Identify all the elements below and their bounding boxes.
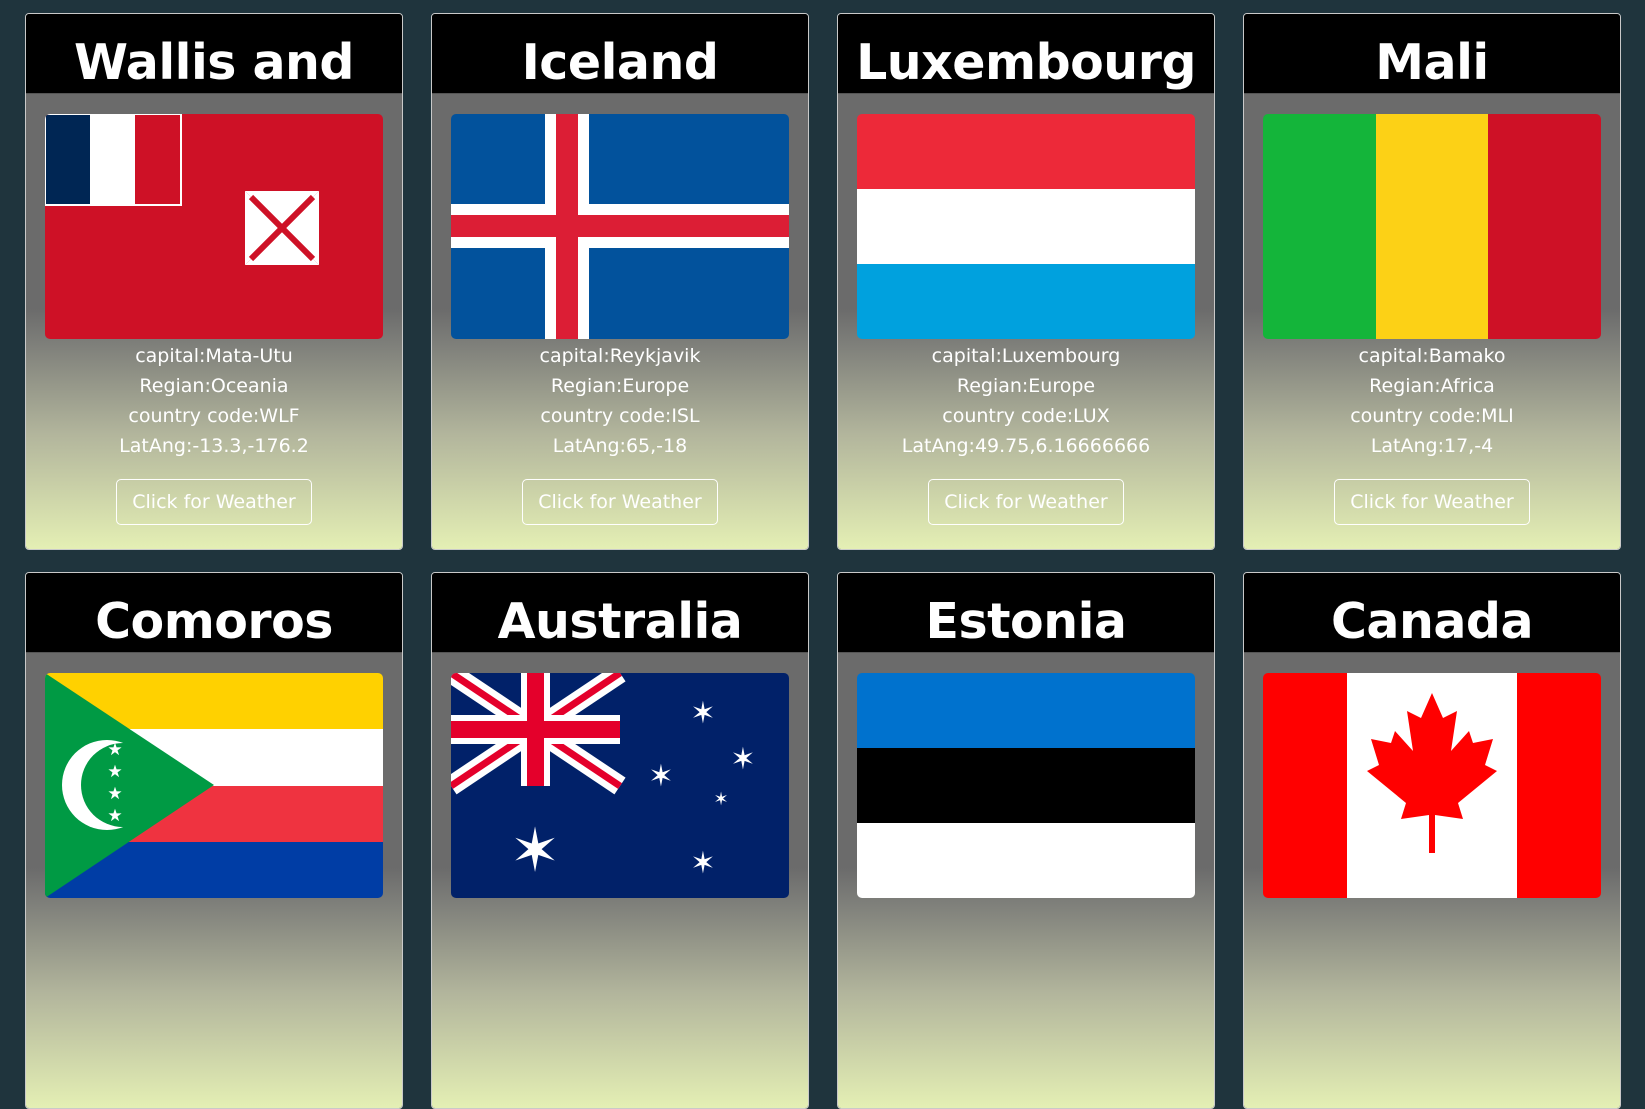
- country-info: capital:Bamako Regian:Africa country cod…: [1350, 341, 1514, 461]
- svg-text:✶: ✶: [690, 846, 715, 881]
- country-name: Australia: [497, 593, 743, 650]
- wallis-and-futuna-flag-icon: [45, 114, 383, 339]
- comoros-flag-icon: ★ ★ ★ ★: [45, 673, 383, 898]
- region-text: Regian:Oceania: [139, 375, 289, 397]
- region-text: Regian:Africa: [1369, 375, 1495, 397]
- capital-text: capital:Luxembourg: [931, 345, 1121, 367]
- country-card-comoros: Comoros ★ ★ ★ ★: [25, 572, 403, 1109]
- latlng-text: LatAng:-13.3,-176.2: [119, 435, 309, 457]
- country-card-australia: Australia ✶ ✶ ✶ ✶ ✶ ✶: [431, 572, 809, 1109]
- card-body: ★ ★ ★ ★: [26, 653, 402, 1108]
- card-header: Canada: [1244, 573, 1620, 653]
- card-body: capital:Mata-Utu Regian:Oceania country …: [26, 94, 402, 549]
- card-header: Iceland: [432, 14, 808, 94]
- weather-button[interactable]: Click for Weather: [116, 479, 312, 525]
- iceland-flag-icon: [451, 114, 789, 339]
- country-name: Comoros: [95, 593, 333, 650]
- country-card-iceland: Iceland capital:Reykjavik Regian:Europe …: [431, 13, 809, 550]
- latlng-text: LatAng:65,-18: [552, 435, 688, 457]
- card-header: Wallis and: [26, 14, 402, 94]
- capital-text: capital:Mata-Utu: [135, 345, 293, 367]
- card-header: Luxembourg: [838, 14, 1214, 94]
- svg-text:✶: ✶: [730, 742, 755, 777]
- card-body: [1244, 653, 1620, 1108]
- australia-flag-icon: ✶ ✶ ✶ ✶ ✶ ✶: [451, 673, 789, 898]
- country-card-luxembourg: Luxembourg capital:Luxembourg Regian:Eur…: [837, 13, 1215, 550]
- latlng-text: LatAng:49.75,6.16666666: [901, 435, 1151, 457]
- country-code-text: country code:WLF: [128, 405, 300, 427]
- country-card-estonia: Estonia: [837, 572, 1215, 1109]
- weather-button[interactable]: Click for Weather: [928, 479, 1124, 525]
- region-text: Regian:Europe: [550, 375, 690, 397]
- luxembourg-flag-icon: [857, 114, 1195, 339]
- weather-button[interactable]: Click for Weather: [522, 479, 718, 525]
- country-code-text: country code:ISL: [540, 405, 700, 427]
- country-info: capital:Mata-Utu Regian:Oceania country …: [119, 341, 309, 461]
- svg-text:✶: ✶: [713, 789, 728, 810]
- weather-button[interactable]: Click for Weather: [1334, 479, 1530, 525]
- svg-text:✶: ✶: [648, 759, 673, 794]
- capital-text: capital:Bamako: [1358, 345, 1506, 367]
- latlng-text: LatAng:17,-4: [1370, 435, 1494, 457]
- country-name: Luxembourg: [856, 34, 1196, 91]
- region-text: Regian:Europe: [956, 375, 1096, 397]
- country-name: Canada: [1330, 593, 1534, 650]
- card-body: [838, 653, 1214, 1108]
- card-body: ✶ ✶ ✶ ✶ ✶ ✶: [432, 653, 808, 1108]
- country-card-grid: Wallis and capital:Mata-Utu Regian:Ocean…: [0, 0, 1645, 1109]
- country-name: Wallis and: [73, 34, 355, 91]
- svg-text:★: ★: [107, 784, 122, 804]
- svg-text:★: ★: [107, 806, 122, 826]
- country-code-text: country code:LUX: [942, 405, 1110, 427]
- card-header: Estonia: [838, 573, 1214, 653]
- card-body: capital:Reykjavik Regian:Europe country …: [432, 94, 808, 549]
- mali-flag-icon: [1263, 114, 1601, 339]
- svg-text:★: ★: [107, 740, 122, 760]
- card-header: Mali: [1244, 14, 1620, 94]
- country-card-wallis-and-futuna: Wallis and capital:Mata-Utu Regian:Ocean…: [25, 13, 403, 550]
- svg-text:✶: ✶: [690, 696, 715, 731]
- capital-text: capital:Reykjavik: [539, 345, 701, 367]
- country-name: Iceland: [521, 34, 719, 91]
- country-info: capital:Luxembourg Regian:Europe country…: [902, 341, 1150, 461]
- country-name: Estonia: [925, 593, 1127, 650]
- country-card-mali: Mali capital:Bamako Regian:Africa countr…: [1243, 13, 1621, 550]
- card-body: capital:Bamako Regian:Africa country cod…: [1244, 94, 1620, 549]
- svg-text:✶: ✶: [510, 816, 560, 886]
- country-info: capital:Reykjavik Regian:Europe country …: [540, 341, 701, 461]
- country-card-canada: Canada: [1243, 572, 1621, 1109]
- country-code-text: country code:MLI: [1350, 405, 1514, 427]
- canada-flag-icon: [1263, 673, 1601, 898]
- card-header: Comoros: [26, 573, 402, 653]
- country-name: Mali: [1375, 34, 1489, 91]
- card-header: Australia: [432, 573, 808, 653]
- estonia-flag-icon: [857, 673, 1195, 898]
- card-body: capital:Luxembourg Regian:Europe country…: [838, 94, 1214, 549]
- svg-text:★: ★: [107, 762, 122, 782]
